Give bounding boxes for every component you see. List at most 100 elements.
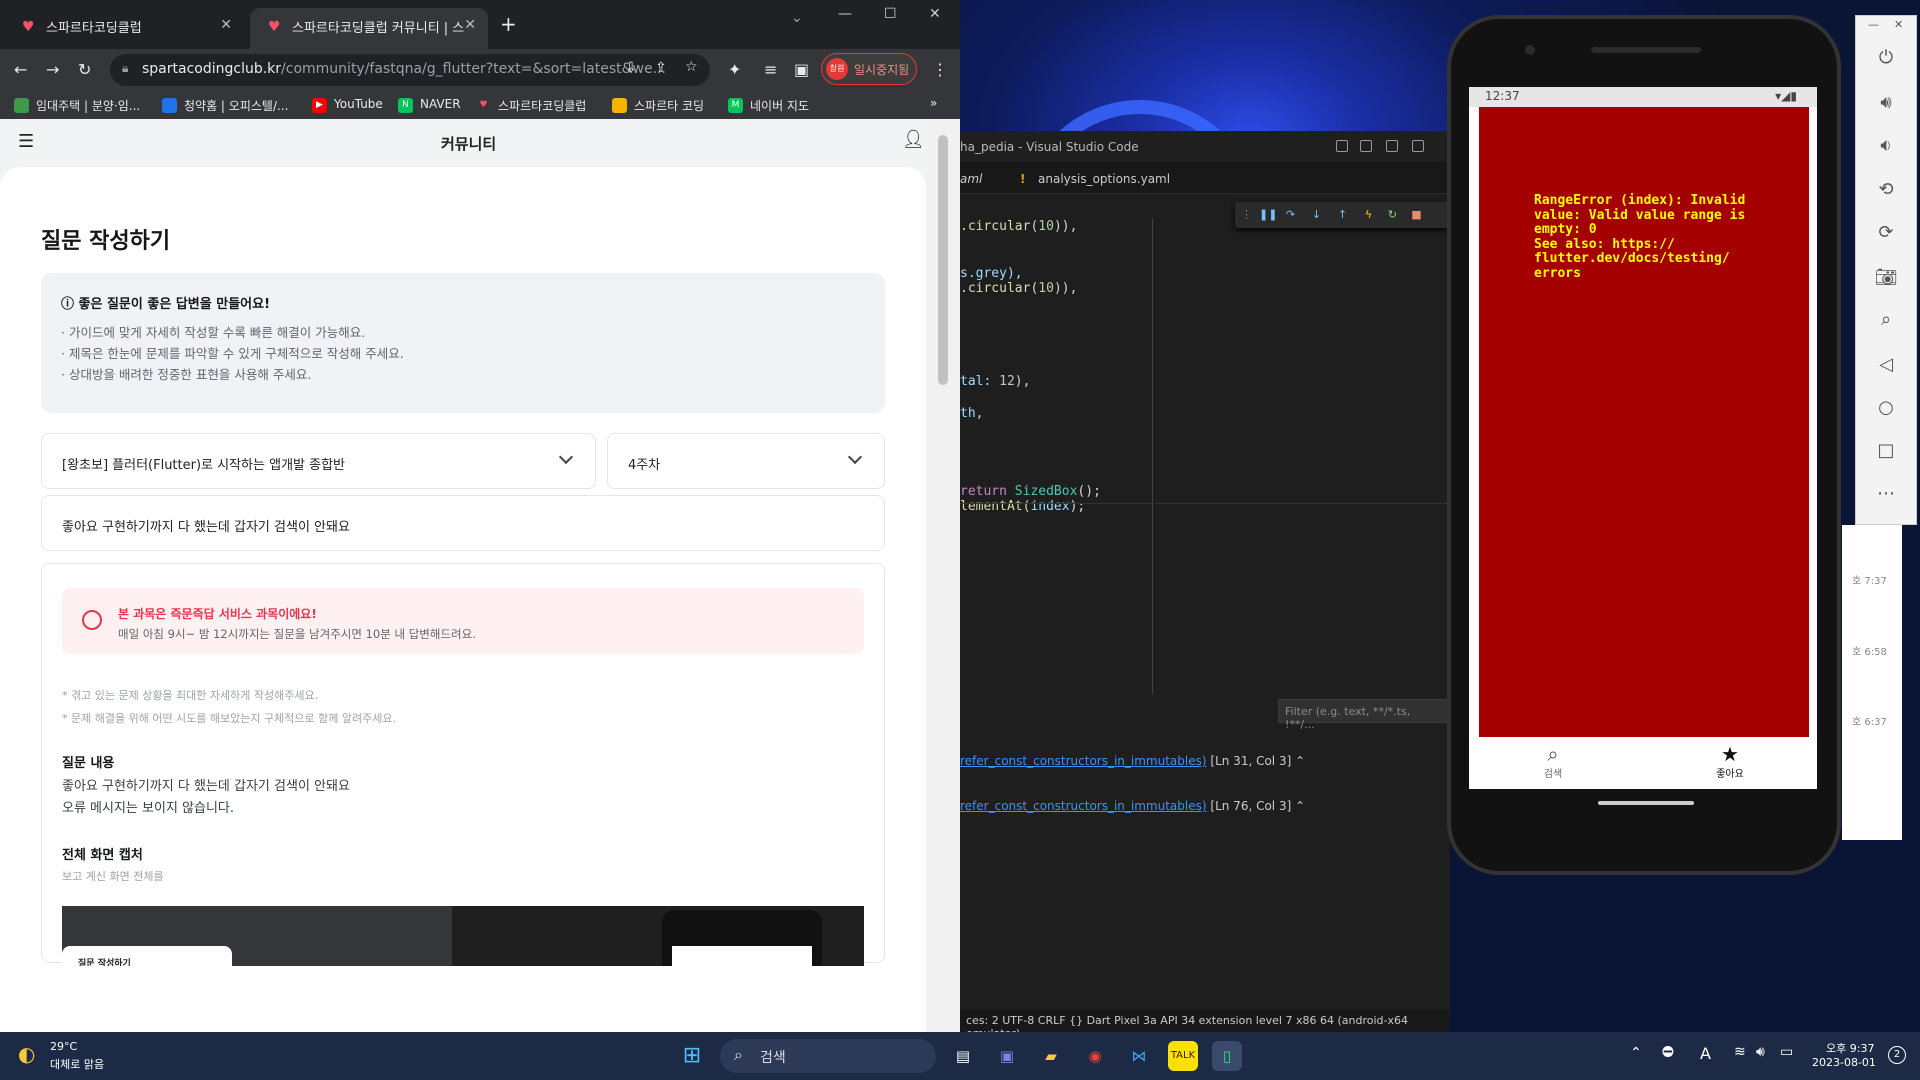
menu-icon[interactable]: ⋮ — [932, 59, 948, 81]
minimize-icon[interactable]: — — [1868, 18, 1879, 31]
ime-icon[interactable]: A — [1700, 1044, 1711, 1063]
address-bar[interactable]: 🔒︎ spartacodingclub.kr/community/fastqna… — [110, 54, 710, 86]
new-tab-icon[interactable]: + — [500, 12, 517, 36]
vscode-icon[interactable]: ⋈ — [1124, 1041, 1154, 1071]
clock-time[interactable]: 오후 9:37 — [1826, 1040, 1874, 1056]
emulator-icon[interactable]: ▯ — [1212, 1041, 1242, 1071]
side-panel-icon[interactable]: ▣ — [794, 59, 809, 81]
teams-icon[interactable]: ▣ — [992, 1041, 1022, 1071]
rotate-left-icon[interactable]: ⟲ — [1874, 178, 1898, 202]
close-icon[interactable]: ✕ — [464, 17, 476, 33]
volume-up-icon[interactable]: 🔊︎ — [1874, 91, 1898, 115]
user-icon[interactable]: 👤︎ — [902, 129, 925, 150]
clock-date[interactable]: 2023-08-01 — [1812, 1056, 1876, 1069]
week-select[interactable]: 4주차 — [607, 433, 885, 489]
overview-icon[interactable]: □ — [1874, 439, 1898, 463]
start-icon[interactable]: ⊞ — [677, 1041, 707, 1071]
share-icon[interactable]: ⇪ — [655, 60, 667, 76]
back-icon[interactable]: ◁ — [1874, 353, 1898, 377]
bookmark-item[interactable]: N NAVER — [398, 97, 461, 113]
layout-sidebar-icon[interactable] — [1336, 140, 1348, 152]
bookmark-item[interactable]: M 네이버 지도 — [728, 97, 809, 114]
wifi-icon[interactable]: ≋ — [1734, 1044, 1746, 1060]
home-icon[interactable]: ○ — [1874, 396, 1898, 420]
problem-item[interactable]: refer_const_constructors_in_immutables) … — [960, 754, 1305, 768]
step-over-icon[interactable]: ↷ — [1285, 209, 1296, 220]
power-icon[interactable]: ⏻ — [1874, 46, 1898, 70]
speaker-icon[interactable]: 🔊︎ — [1756, 1044, 1765, 1060]
reading-list-icon[interactable]: ≡ — [764, 59, 777, 81]
tray-app-icon[interactable]: ⛔︎ — [1662, 1044, 1674, 1060]
course-select[interactable]: [왕초보] 플러터(Flutter)로 시작하는 앱개발 종합반 — [41, 433, 596, 489]
taskbar-search[interactable]: ⌕ 검색 — [720, 1039, 936, 1073]
star-icon[interactable]: ☆ — [685, 59, 698, 75]
desktop-wallpaper: ha_pedia - Visual Studio Code aml ! anal… — [0, 0, 1920, 1032]
close-icon[interactable]: ✕ — [1894, 18, 1903, 31]
problem-item[interactable]: refer_const_constructors_in_immutables) … — [960, 799, 1305, 813]
stop-icon[interactable]: ■ — [1411, 209, 1422, 220]
maximize-icon[interactable]: ☐ — [884, 6, 897, 22]
step-out-icon[interactable]: ↑ — [1337, 209, 1348, 220]
file-explorer-icon[interactable]: ▰ — [1036, 1041, 1066, 1071]
device-screen[interactable]: 12:37 ▾◢▮ RangeError (index): Invalid val… — [1469, 87, 1817, 789]
paused-profile-button[interactable]: 창원 일시중지됨 — [821, 53, 917, 85]
star-icon: ★ — [1721, 742, 1739, 766]
window-close-icon[interactable]: ✕ — [929, 6, 941, 22]
bookmark-item[interactable]: 스파르타 코딩 — [612, 97, 704, 114]
reload-icon[interactable]: ↻ — [78, 59, 91, 81]
chrome-icon[interactable]: ◉ — [1080, 1041, 1110, 1071]
minimize-icon[interactable]: — — [838, 6, 852, 22]
layout-secondary-icon[interactable] — [1386, 140, 1398, 152]
tab-search-icon[interactable]: ⌄ — [791, 10, 803, 26]
tab-analysis-options[interactable]: analysis_options.yaml — [1038, 172, 1170, 186]
question-body-editor[interactable]: 본 과목은 즉문즉답 서비스 과목이에요! 매일 아침 9시~ 밤 12시까지는… — [41, 563, 885, 966]
home-gesture-bar[interactable] — [1598, 801, 1694, 805]
chevron-up-icon[interactable]: ⌃ — [1295, 799, 1305, 813]
tray-chevron-icon[interactable]: ⌃ — [1630, 1045, 1642, 1061]
problems-filter-input[interactable]: Filter (e.g. text, **/*.ts, !**/... — [1278, 699, 1450, 731]
code-editor[interactable]: .circular(10)), s.grey), .circular(10)),… — [960, 219, 1101, 514]
hamburger-icon[interactable]: ☰ — [18, 131, 34, 152]
bookmark-item[interactable]: 청약홈 | 오피스텔/... — [162, 97, 288, 114]
nav-item-search[interactable]: ⌕ 검색 — [1513, 743, 1593, 780]
rotate-right-icon[interactable]: ⟳ — [1874, 221, 1898, 245]
extensions-icon[interactable]: ✦ — [728, 59, 741, 81]
hot-reload-icon[interactable]: ϟ — [1363, 209, 1374, 220]
bookmark-item[interactable]: ▶ YouTube — [312, 97, 383, 113]
tab-aml[interactable]: aml — [960, 172, 982, 186]
bookmark-item[interactable]: 임대주택 | 분양·임... — [14, 97, 140, 114]
more-icon[interactable]: ⋯ — [1874, 482, 1898, 506]
step-into-icon[interactable]: ↓ — [1311, 209, 1322, 220]
browser-tab-active[interactable]: ♥ 스파르타코딩클럽 커뮤니티 | 스 ✕ — [250, 8, 488, 49]
pause-icon[interactable]: ❚❚ — [1259, 209, 1277, 220]
close-icon[interactable]: ✕ — [220, 17, 232, 33]
chevron-up-icon[interactable]: ⌃ — [1295, 754, 1305, 768]
drag-handle-icon[interactable]: ⋮ — [1241, 209, 1252, 220]
bookmark-item[interactable]: ♥ 스파르타코딩클럽 — [476, 97, 586, 114]
restart-icon[interactable]: ↻ — [1387, 209, 1398, 220]
browser-tab[interactable]: ♥ 스파르타코딩클럽 ✕ — [4, 8, 244, 49]
search-icon: ⌕ — [1547, 742, 1559, 766]
task-view-icon[interactable]: ▤ — [948, 1041, 978, 1071]
battery-icon[interactable]: ▭ — [1780, 1044, 1793, 1060]
zoom-icon[interactable]: ⌕ — [1874, 308, 1898, 332]
title-input[interactable]: 좋아요 구현하기까지 다 했는데 갑자기 검색이 안돼요 — [41, 495, 885, 551]
page-header: ☰ 커뮤니티 👤︎ — [0, 119, 926, 167]
forward-icon[interactable]: → — [46, 59, 59, 81]
more-bookmarks-icon[interactable]: » — [930, 96, 937, 110]
camera-icon[interactable]: 📷︎ — [1874, 266, 1898, 290]
kakaotalk-icon[interactable]: TALK — [1168, 1041, 1198, 1071]
scroll-thumb[interactable] — [938, 135, 948, 385]
vscode-window: ha_pedia - Visual Studio Code aml ! anal… — [960, 131, 1450, 1032]
layout-panel-icon[interactable] — [1360, 140, 1372, 152]
install-icon[interactable]: ⇩ — [625, 60, 637, 76]
nav-item-favorites[interactable]: ★ 좋아요 — [1690, 743, 1770, 780]
weather-icon[interactable]: ◐ — [18, 1042, 35, 1066]
notification-badge[interactable]: 2 — [1888, 1046, 1906, 1064]
back-icon[interactable]: ← — [14, 59, 27, 81]
volume-down-icon[interactable]: 🔉︎ — [1874, 134, 1898, 158]
avatar: 창원 — [826, 58, 848, 80]
layout-customize-icon[interactable] — [1412, 140, 1424, 152]
question-form: 질문 작성하기 ⓘ 좋은 질문이 좋은 답변을 만들어요! · 가이드에 맞게 … — [0, 167, 926, 1032]
page-scrollbar[interactable] — [926, 119, 960, 1032]
